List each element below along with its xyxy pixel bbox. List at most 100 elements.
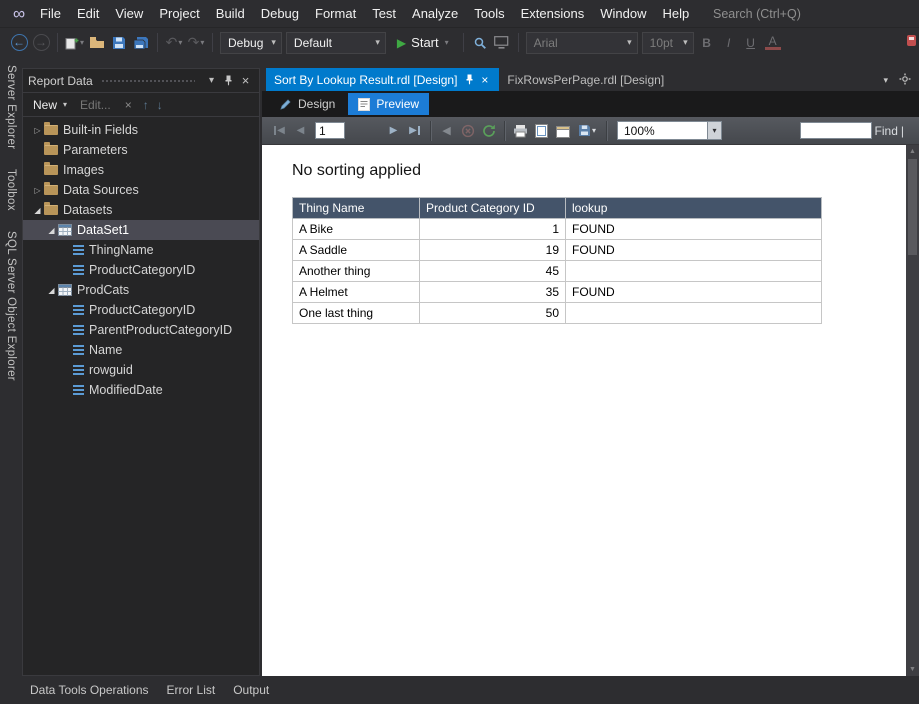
tree-item-built-in-fields[interactable]: ▷ Built-in Fields bbox=[23, 120, 259, 140]
panel-drag-grip[interactable] bbox=[101, 78, 195, 84]
target-window-icon bbox=[494, 36, 509, 49]
tree-item-field-rowguid[interactable]: rowguid bbox=[23, 360, 259, 380]
notification-badge-icon[interactable] bbox=[907, 35, 916, 46]
menu-project[interactable]: Project bbox=[151, 1, 207, 26]
tree-item-data-sources[interactable]: ▷ Data Sources bbox=[23, 180, 259, 200]
menu-help[interactable]: Help bbox=[654, 1, 697, 26]
find-button[interactable]: Find bbox=[875, 124, 898, 138]
zoom-dropdown[interactable]: 100% ▾ bbox=[617, 121, 722, 140]
save-all-icon bbox=[133, 36, 149, 50]
tree-item-field-productcategoryid[interactable]: ProductCategoryID bbox=[23, 260, 259, 280]
print-button[interactable] bbox=[510, 120, 531, 142]
last-page-button[interactable]: ▶ bbox=[404, 120, 425, 142]
tree-item-images[interactable]: Images bbox=[23, 160, 259, 180]
tab-label: Sort By Lookup Result.rdl [Design] bbox=[274, 73, 457, 87]
expander-icon[interactable]: ◢ bbox=[45, 286, 58, 295]
redo-button[interactable]: ↷▾ bbox=[185, 31, 207, 55]
navigate-forward-button[interactable]: → bbox=[30, 31, 52, 55]
vertical-scrollbar[interactable]: ▲ ▼ bbox=[906, 145, 919, 676]
tree-item-field-productcategoryid2[interactable]: ProductCategoryID bbox=[23, 300, 259, 320]
chevron-down-icon[interactable]: ▾ bbox=[707, 121, 722, 140]
print-layout-button[interactable] bbox=[531, 120, 552, 142]
scroll-down-button[interactable]: ▼ bbox=[906, 663, 919, 676]
design-view-button[interactable]: Design bbox=[269, 93, 345, 115]
save-all-button[interactable] bbox=[130, 31, 152, 55]
expander-icon[interactable]: ▷ bbox=[31, 186, 44, 195]
export-button[interactable]: ▾ bbox=[573, 120, 601, 142]
edit-button[interactable]: Edit... bbox=[73, 98, 118, 112]
undo-button[interactable]: ↶▾ bbox=[163, 31, 185, 55]
delete-button[interactable]: × bbox=[118, 98, 139, 112]
find-in-files-button[interactable] bbox=[469, 31, 491, 55]
quick-search-input[interactable]: Search (Ctrl+Q) bbox=[713, 7, 913, 21]
move-down-button[interactable]: ↓ bbox=[153, 98, 167, 112]
first-page-button[interactable]: ◀ bbox=[269, 120, 290, 142]
tab-sort-by-lookup-result[interactable]: Sort By Lookup Result.rdl [Design] × bbox=[266, 68, 499, 91]
tree-item-parameters[interactable]: Parameters bbox=[23, 140, 259, 160]
tree-item-dataset1[interactable]: ◢ DataSet1 bbox=[23, 220, 259, 240]
start-debugging-button[interactable]: ▶ Start ▾ bbox=[390, 32, 456, 54]
tree-item-field-thingname[interactable]: ThingName bbox=[23, 240, 259, 260]
sidebar-tab-sql-server-object-explorer[interactable]: SQL Server Object Explorer bbox=[5, 231, 17, 381]
solution-configuration-dropdown[interactable]: Debug▾ bbox=[220, 32, 282, 54]
underline-button[interactable]: U bbox=[740, 31, 762, 55]
target-window-button[interactable] bbox=[491, 31, 513, 55]
tab-fixrowsperpage[interactable]: FixRowsPerPage.rdl [Design] bbox=[499, 68, 672, 91]
sidebar-tab-server-explorer[interactable]: Server Explorer bbox=[5, 65, 17, 149]
close-panel-button[interactable]: × bbox=[237, 73, 254, 88]
new-dataset-button[interactable]: New▾ bbox=[27, 98, 73, 112]
tree-item-prodcats[interactable]: ◢ ProdCats bbox=[23, 280, 259, 300]
menu-format[interactable]: Format bbox=[307, 1, 364, 26]
scrollbar-track[interactable] bbox=[906, 158, 919, 663]
solution-platform-dropdown[interactable]: Default▾ bbox=[286, 32, 386, 54]
menu-file[interactable]: File bbox=[32, 1, 69, 26]
tree-item-field-modifieddate[interactable]: ModifiedDate bbox=[23, 380, 259, 400]
menu-view[interactable]: View bbox=[107, 1, 151, 26]
menu-edit[interactable]: Edit bbox=[69, 1, 107, 26]
pin-button[interactable] bbox=[220, 75, 237, 86]
italic-button[interactable]: I bbox=[718, 31, 740, 55]
menu-build[interactable]: Build bbox=[208, 1, 253, 26]
back-to-parent-button[interactable]: ◀ bbox=[436, 120, 457, 142]
find-input[interactable] bbox=[800, 122, 872, 139]
font-color-button[interactable]: A bbox=[762, 31, 784, 55]
window-options-button[interactable] bbox=[899, 73, 911, 88]
font-name-dropdown[interactable]: Arial▾ bbox=[526, 32, 638, 54]
expander-icon[interactable]: ▷ bbox=[31, 126, 44, 135]
font-size-dropdown[interactable]: 10pt▾ bbox=[642, 32, 694, 54]
page-number-input[interactable] bbox=[315, 122, 345, 139]
menu-analyze[interactable]: Analyze bbox=[404, 1, 466, 26]
refresh-button[interactable] bbox=[478, 120, 499, 142]
pin-tab-button[interactable] bbox=[465, 74, 474, 85]
next-page-button[interactable]: ▶ bbox=[383, 120, 404, 142]
navigate-back-button[interactable]: ← bbox=[8, 31, 30, 55]
scrollbar-thumb[interactable] bbox=[908, 159, 917, 255]
menu-window[interactable]: Window bbox=[592, 1, 654, 26]
tree-item-field-name[interactable]: Name bbox=[23, 340, 259, 360]
open-file-button[interactable] bbox=[86, 31, 108, 55]
expander-icon[interactable]: ◢ bbox=[45, 226, 58, 235]
active-files-dropdown-button[interactable]: ▾ bbox=[883, 75, 888, 86]
bold-button[interactable]: B bbox=[696, 31, 718, 55]
window-position-button[interactable]: ▾ bbox=[203, 75, 220, 86]
move-up-button[interactable]: ↑ bbox=[139, 98, 153, 112]
menu-extensions[interactable]: Extensions bbox=[513, 1, 593, 26]
bottom-tab-data-tools-operations[interactable]: Data Tools Operations bbox=[30, 683, 149, 697]
tree-item-datasets[interactable]: ◢ Datasets bbox=[23, 200, 259, 220]
tree-item-field-parentproductcategoryid[interactable]: ParentProductCategoryID bbox=[23, 320, 259, 340]
expander-icon[interactable]: ◢ bbox=[31, 206, 44, 215]
preview-view-button[interactable]: Preview bbox=[348, 93, 429, 115]
sidebar-tab-toolbox[interactable]: Toolbox bbox=[5, 169, 17, 211]
menu-test[interactable]: Test bbox=[364, 1, 404, 26]
close-tab-button[interactable]: × bbox=[478, 73, 491, 87]
page-setup-button[interactable] bbox=[552, 120, 573, 142]
bottom-tab-output[interactable]: Output bbox=[233, 683, 269, 697]
menu-tools[interactable]: Tools bbox=[466, 1, 512, 26]
new-item-button[interactable]: ▾ bbox=[63, 31, 86, 55]
bottom-tab-error-list[interactable]: Error List bbox=[167, 683, 216, 697]
save-button[interactable] bbox=[108, 31, 130, 55]
previous-page-button[interactable]: ◀ bbox=[290, 120, 311, 142]
scroll-up-button[interactable]: ▲ bbox=[906, 145, 919, 158]
menu-debug[interactable]: Debug bbox=[253, 1, 307, 26]
stop-rendering-button[interactable] bbox=[457, 120, 478, 142]
